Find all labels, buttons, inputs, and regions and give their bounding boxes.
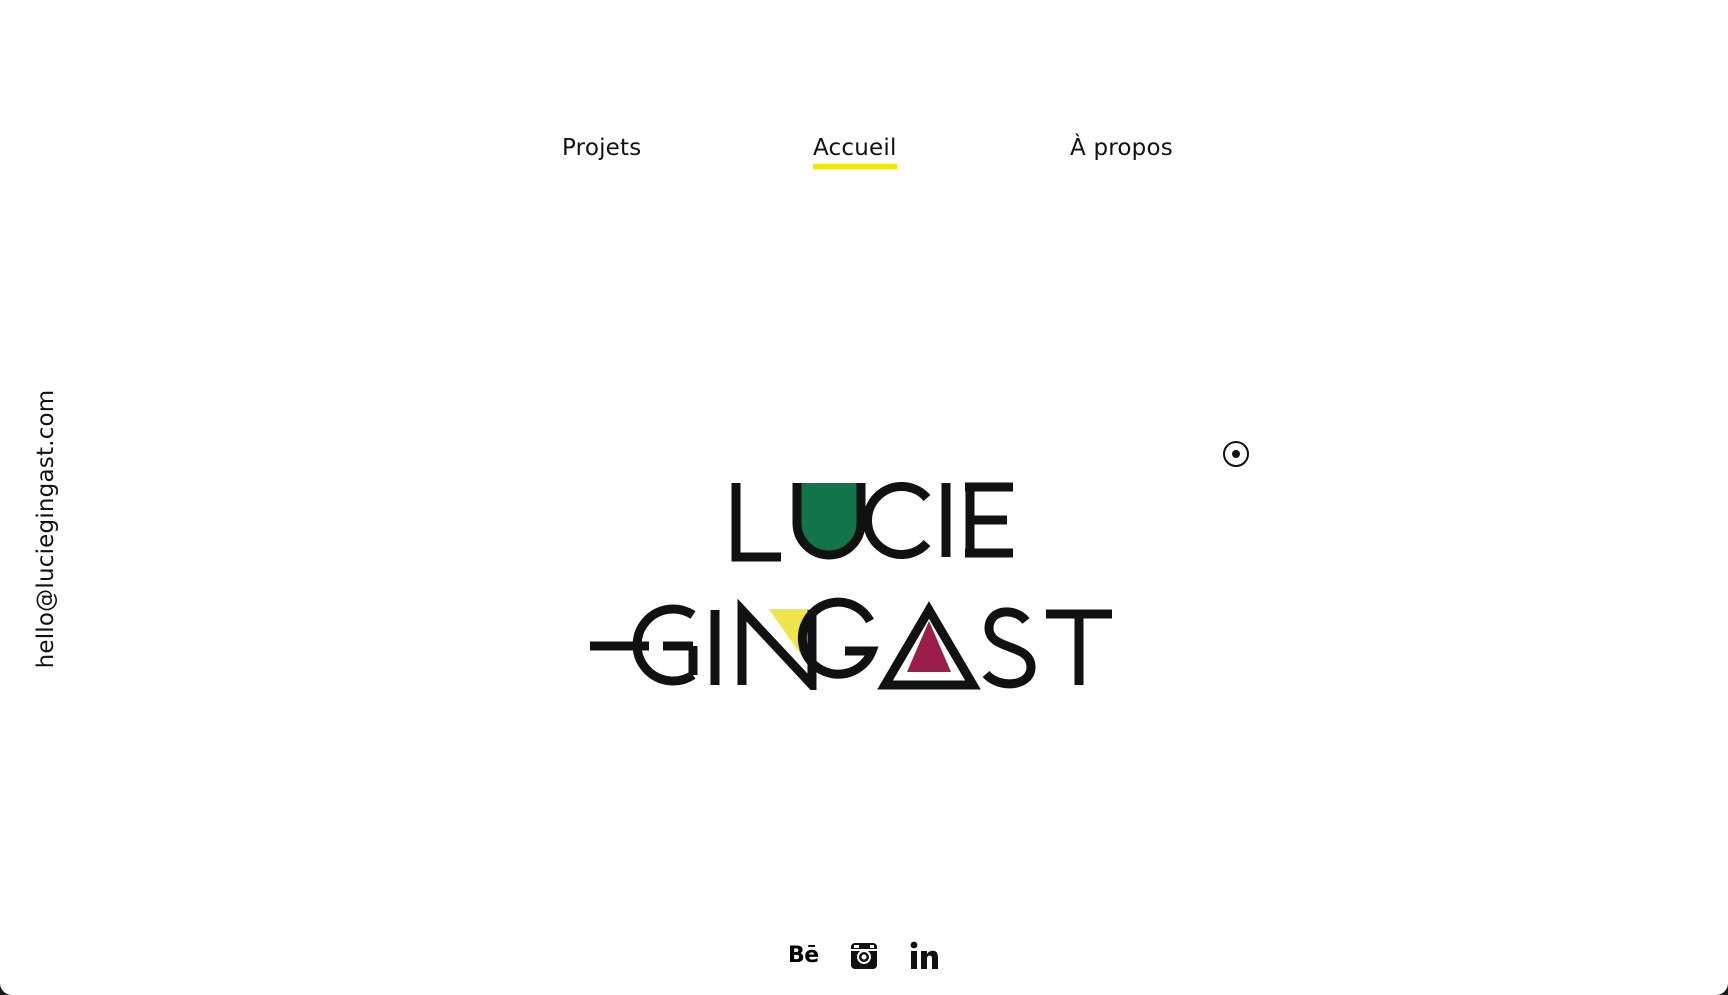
linkedin-icon[interactable]: [908, 940, 940, 972]
letter-s: [982, 607, 1036, 689]
cursor-dot: [1232, 450, 1240, 458]
nav-item-a-propos[interactable]: À propos: [1070, 132, 1173, 164]
logo-mark: [590, 482, 1112, 690]
letter-t: [1046, 609, 1112, 685]
logo: LUCIE GINGAST: [585, 475, 1130, 690]
letter-l: [731, 483, 781, 562]
email-link[interactable]: hello@luciegingast.com: [33, 390, 59, 669]
main-nav: Projets Accueil À propos: [0, 132, 1728, 172]
letter-c: [863, 482, 931, 559]
behance-icon[interactable]: Bē: [788, 940, 822, 972]
page: Projets Accueil À propos hello@lucieging…: [0, 0, 1728, 995]
instagram-icon[interactable]: [850, 940, 878, 972]
letter-e: [965, 482, 1013, 558]
nav-item-projets[interactable]: Projets: [562, 132, 641, 164]
nav-item-accueil[interactable]: Accueil: [813, 132, 897, 169]
cursor-indicator: [1223, 441, 1249, 467]
